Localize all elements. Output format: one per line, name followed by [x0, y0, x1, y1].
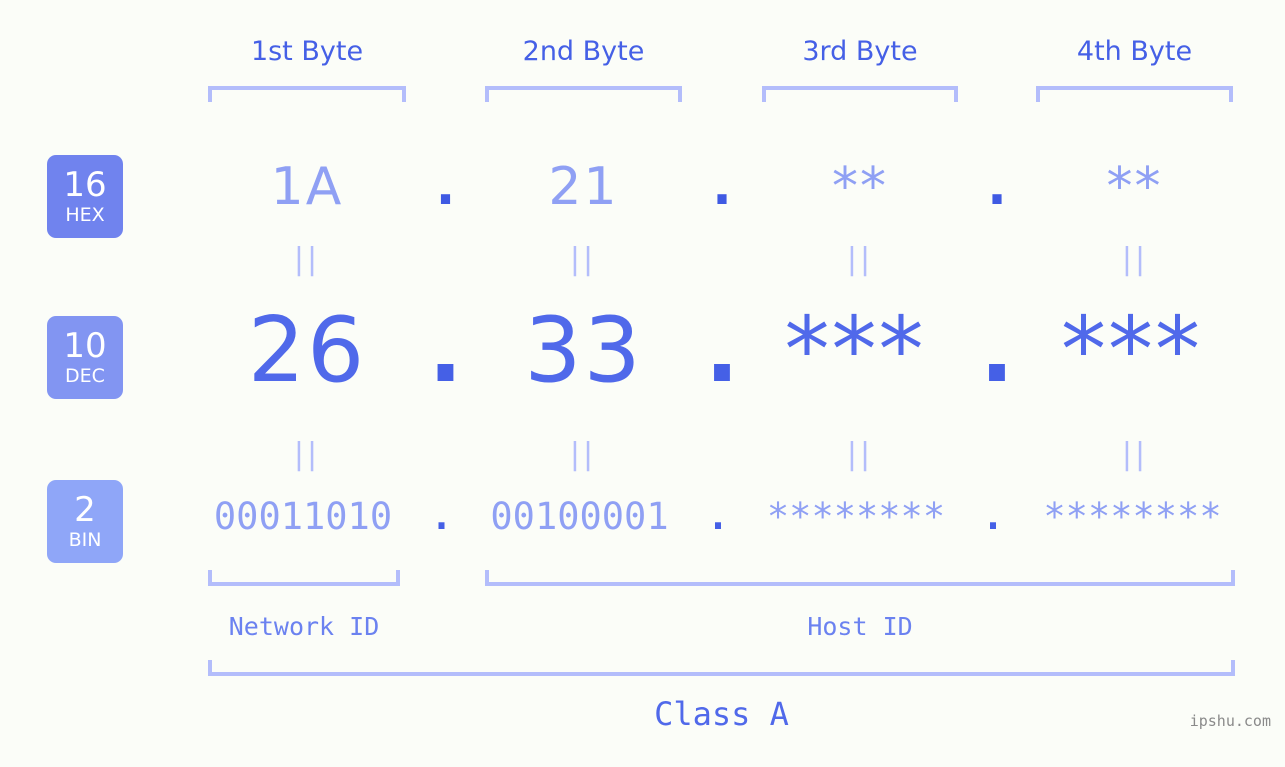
equivalence-mark-dec-bin-4: ||	[1121, 437, 1149, 472]
radix-badge-bin-number: 2	[74, 489, 96, 530]
dec-byte-1-value: 26	[247, 298, 367, 403]
hex-byte-4-value: **	[1106, 157, 1163, 217]
bin-byte-3-value: ********	[766, 495, 946, 538]
byte-bracket-1	[208, 86, 406, 102]
host-id-label: Host ID	[807, 612, 913, 641]
radix-badge-dec-number: 10	[63, 325, 107, 366]
network-id-label: Network ID	[228, 612, 380, 641]
byte-bracket-4	[1036, 86, 1233, 102]
equivalence-mark-hex-dec-3: ||	[846, 242, 874, 277]
hex-separator-1: .	[435, 157, 456, 217]
radix-badge-dec: 10 DEC	[47, 316, 123, 399]
byte-bracket-2	[485, 86, 682, 102]
bin-byte-2-value: 00100001	[490, 495, 669, 538]
hex-separator-2: .	[712, 157, 732, 217]
byte-header-1: 1st Byte	[250, 36, 364, 67]
bin-separator-2: .	[706, 495, 730, 538]
radix-badge-bin-name: BIN	[68, 528, 102, 551]
equivalence-mark-hex-dec-4: ||	[1121, 242, 1149, 277]
radix-badge-dec-name: DEC	[65, 364, 105, 387]
dec-separator-2: .	[704, 298, 740, 403]
hex-separator-3: .	[987, 157, 1007, 217]
radix-badge-hex-name: HEX	[65, 203, 105, 226]
bin-byte-4-value: ********	[1043, 495, 1222, 538]
byte-header-3: 3rd Byte	[802, 36, 918, 67]
host-id-bracket	[485, 570, 1235, 586]
radix-badge-hex: 16 HEX	[47, 155, 123, 238]
byte-header-2: 2nd Byte	[522, 36, 645, 67]
hex-byte-2-value: 21	[548, 157, 619, 217]
class-bracket	[208, 660, 1235, 676]
hex-byte-1-value: 1A	[270, 157, 344, 217]
equivalence-mark-dec-bin-1: ||	[293, 437, 321, 472]
bin-separator-3: .	[981, 495, 1005, 538]
equivalence-mark-dec-bin-3: ||	[846, 437, 874, 472]
bin-separator-1: .	[430, 495, 453, 538]
class-label: Class A	[654, 695, 789, 733]
radix-badge-bin: 2 BIN	[47, 480, 123, 563]
dec-separator-3: .	[979, 298, 1015, 403]
dec-byte-2-value: 33	[524, 298, 643, 403]
equivalence-mark-hex-dec-1: ||	[293, 242, 321, 277]
hex-byte-3-value: **	[832, 157, 888, 217]
dec-byte-4-value: ***	[1061, 298, 1202, 403]
equivalence-mark-dec-bin-2: ||	[569, 437, 597, 472]
byte-header-4: 4th Byte	[1076, 36, 1193, 67]
ip-address-breakdown-diagram: 1st Byte 2nd Byte 3rd Byte 4th Byte 16 H…	[0, 0, 1285, 767]
dec-byte-3-value: ***	[784, 298, 926, 403]
equivalence-mark-hex-dec-2: ||	[569, 242, 597, 277]
watermark: ipshu.com	[1189, 712, 1271, 730]
dec-separator-1: .	[428, 298, 463, 403]
network-id-bracket	[208, 570, 400, 586]
radix-badge-hex-number: 16	[63, 164, 107, 205]
bin-byte-1-value: 00011010	[213, 495, 393, 538]
byte-bracket-3	[762, 86, 958, 102]
